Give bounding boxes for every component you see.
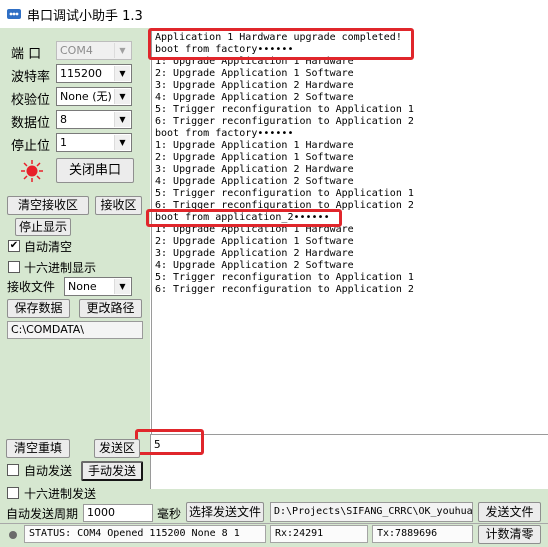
receive-line: 3: Upgrade Application 2 Hardware — [155, 248, 354, 259]
stopbits-select-value: 1 — [60, 136, 67, 149]
port-status-led-icon — [21, 160, 43, 182]
receive-line: 4: Upgrade Application 2 Software — [155, 176, 354, 187]
receive-line: boot from factory•••••• — [155, 128, 294, 139]
receive-line: 3: Upgrade Application 2 Hardware — [155, 164, 354, 175]
chevron-down-icon: ▼ — [114, 135, 130, 150]
receive-file-select-value: None — [68, 280, 97, 293]
window-title: 串口调试小助手 1.3 — [27, 9, 143, 24]
databits-select-value: 8 — [60, 113, 67, 126]
receive-file-select[interactable]: None ▼ — [64, 277, 132, 296]
auto-send-checkbox[interactable] — [7, 464, 19, 476]
receive-line: 2: Upgrade Application 1 Software — [155, 68, 354, 79]
highlight-box-send-value — [135, 429, 204, 455]
baud-label: 波特率 — [11, 70, 51, 85]
receive-line: 4: Upgrade Application 2 Software — [155, 92, 354, 103]
ms-label: 毫秒 — [157, 507, 182, 521]
receive-area-button[interactable]: 接收区 — [95, 196, 142, 215]
status-text: STATUS: COM4 Opened 115200 None 8 1 — [24, 525, 266, 543]
chevron-down-icon: ▼ — [114, 66, 130, 81]
receive-line: 2: Upgrade Application 1 Software — [155, 236, 354, 247]
stop-display-button[interactable]: 停止显示 — [15, 218, 71, 236]
port-label: 端 口 — [11, 47, 42, 62]
serial-port-app-icon — [7, 9, 21, 19]
port-select[interactable]: COM4 ▼ — [56, 41, 132, 60]
clear-resend-button[interactable]: 清空重填 — [6, 439, 70, 458]
manual-send-button[interactable]: 手动发送 — [81, 461, 143, 481]
auto-send-label: 自动发送 — [24, 464, 73, 478]
chevron-down-icon: ▼ — [114, 279, 130, 294]
baud-select-value: 115200 — [60, 67, 102, 80]
tx-count: Tx:7889696 — [372, 525, 473, 543]
clear-receive-button[interactable]: 清空接收区 — [7, 196, 89, 215]
receive-line: 1: Upgrade Application 1 Hardware — [155, 140, 354, 151]
clear-count-button[interactable]: 计数清零 — [478, 525, 541, 544]
send-area-button[interactable]: 发送区 — [94, 439, 140, 458]
receive-line: 2: Upgrade Application 1 Software — [155, 152, 354, 163]
stopbits-select[interactable]: 1 ▼ — [56, 133, 132, 152]
parity-select-value: None (无) — [60, 90, 112, 103]
stopbits-label: 停止位 — [11, 139, 51, 154]
receive-line: 6: Trigger reconfiguration to Applicatio… — [155, 116, 414, 127]
receive-text-area[interactable]: Application 1 Hardware upgrade completed… — [151, 28, 548, 438]
highlight-box-upgrade-completed — [148, 28, 414, 60]
receive-line: 4: Upgrade Application 2 Software — [155, 260, 354, 271]
receive-line: 5: Trigger reconfiguration to Applicatio… — [155, 188, 414, 199]
auto-send-period-input[interactable]: 1000 — [83, 504, 153, 522]
send-file-path-field[interactable]: D:\Projects\SIFANG_CRRC\OK_youhua — [270, 502, 473, 522]
receive-line: 3: Upgrade Application 2 Hardware — [155, 80, 354, 91]
hex-display-label: 十六进制显示 — [24, 261, 97, 275]
receive-path-field[interactable]: C:\COMDATA\ — [7, 321, 143, 339]
receive-line: 5: Trigger reconfiguration to Applicatio… — [155, 104, 414, 115]
hex-send-checkbox[interactable] — [7, 487, 19, 499]
receive-line: 6: Trigger reconfiguration to Applicatio… — [155, 284, 414, 295]
rx-count: Rx:24291 — [270, 525, 368, 543]
status-indicator-icon — [9, 531, 17, 539]
send-text-area[interactable]: 5 — [150, 434, 548, 489]
receive-file-label: 接收文件 — [7, 280, 56, 294]
auto-send-period-label: 自动发送周期 — [6, 507, 79, 521]
title-bar: 串口调试小助手 1.3 — [0, 0, 548, 28]
chevron-down-icon: ▼ — [114, 89, 130, 104]
change-path-button[interactable]: 更改路径 — [79, 299, 142, 318]
baud-select[interactable]: 115200 ▼ — [56, 64, 132, 83]
receive-line: 5: Trigger reconfiguration to Applicatio… — [155, 272, 414, 283]
hex-display-checkbox[interactable] — [8, 261, 20, 273]
select-send-file-button[interactable]: 选择发送文件 — [186, 502, 264, 522]
chevron-down-icon: ▼ — [114, 112, 130, 127]
send-file-button[interactable]: 发送文件 — [478, 502, 541, 522]
auto-clear-label: 自动清空 — [24, 240, 73, 254]
parity-label: 校验位 — [11, 93, 51, 108]
parity-select[interactable]: None (无) ▼ — [56, 87, 132, 106]
save-data-button[interactable]: 保存数据 — [7, 299, 70, 318]
databits-label: 数据位 — [11, 116, 51, 131]
close-port-button[interactable]: 关闭串口 — [56, 158, 134, 183]
auto-clear-checkbox[interactable]: ✔ — [8, 240, 20, 252]
databits-select[interactable]: 8 ▼ — [56, 110, 132, 129]
port-select-value: COM4 — [60, 44, 93, 57]
hex-send-label: 十六进制发送 — [24, 487, 97, 501]
highlight-box-boot-application-2 — [146, 209, 342, 227]
chevron-down-icon: ▼ — [114, 43, 130, 58]
